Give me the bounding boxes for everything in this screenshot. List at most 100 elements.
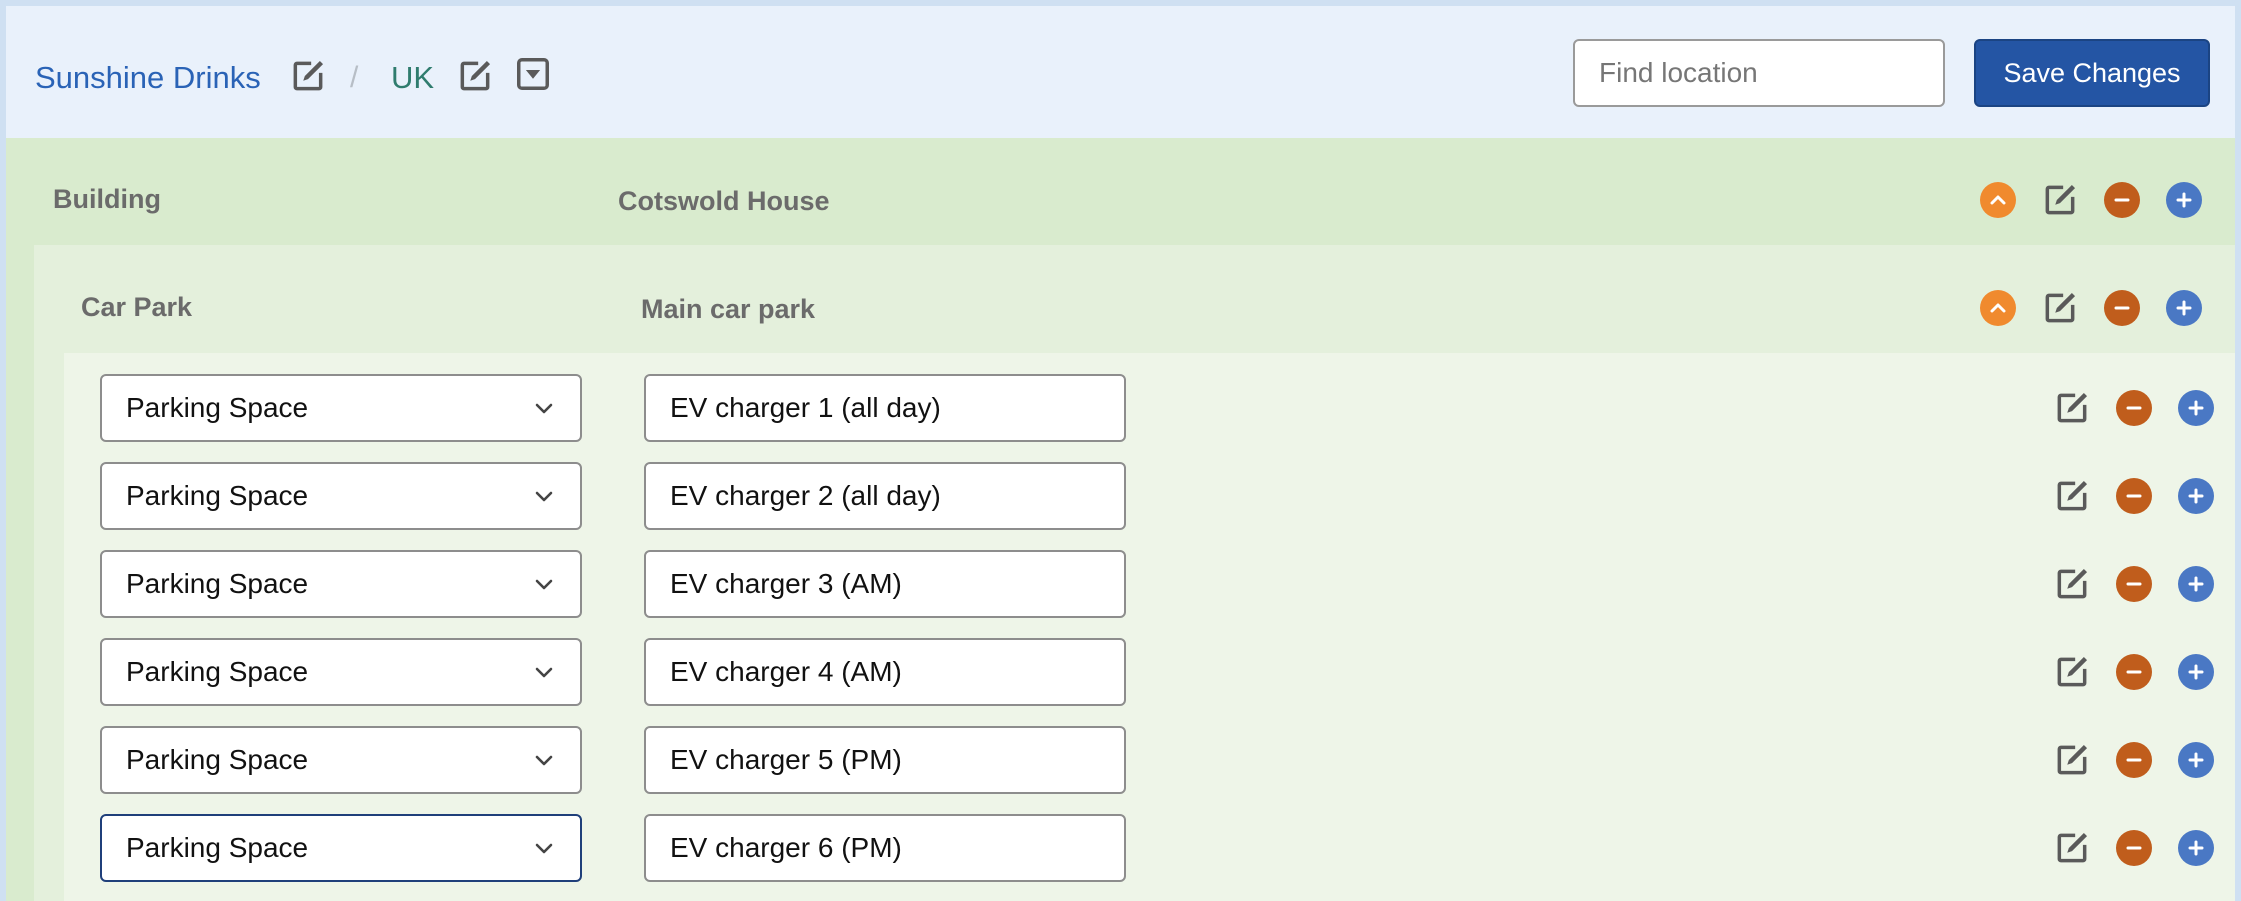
select-value: Parking Space: [126, 744, 309, 775]
space-name-input[interactable]: [644, 462, 1126, 530]
plus-circle-icon: [2178, 566, 2214, 602]
table-row: Parking Space: [64, 374, 2235, 442]
add-button[interactable]: [2174, 386, 2218, 430]
chevron-down-icon: [526, 830, 562, 866]
breadcrumb-org-link[interactable]: Sunshine Drinks: [35, 58, 261, 98]
space-name-input[interactable]: [644, 638, 1126, 706]
space-type-select[interactable]: Parking Space: [100, 550, 582, 618]
edit-button[interactable]: [2050, 826, 2094, 870]
select-value: Parking Space: [126, 480, 309, 511]
plus-circle-icon: [2166, 290, 2202, 326]
remove-button[interactable]: [2112, 474, 2156, 518]
minus-circle-icon: [2116, 830, 2152, 866]
building-actions: [1976, 178, 2206, 222]
edit-button[interactable]: [2050, 738, 2094, 782]
add-button[interactable]: [2174, 650, 2218, 694]
minus-circle-icon: [2116, 478, 2152, 514]
remove-button[interactable]: [2112, 562, 2156, 606]
table-row: Parking Space: [64, 814, 2235, 882]
add-button[interactable]: [2174, 738, 2218, 782]
row-actions: [2050, 826, 2218, 870]
edit-button[interactable]: [2050, 650, 2094, 694]
remove-button[interactable]: [2100, 178, 2144, 222]
remove-button[interactable]: [2112, 738, 2156, 782]
edit-button[interactable]: [2050, 474, 2094, 518]
edit-button[interactable]: [2038, 286, 2082, 330]
breadcrumb-region-link[interactable]: UK: [391, 58, 434, 98]
edit-icon: [2045, 184, 2076, 215]
remove-button[interactable]: [2112, 386, 2156, 430]
space-name-input[interactable]: [644, 726, 1126, 794]
edit-icon: [2057, 392, 2088, 423]
car-park-type-label: Car Park: [81, 292, 193, 322]
remove-button[interactable]: [2112, 650, 2156, 694]
plus-circle-icon: [2178, 390, 2214, 426]
row-actions: [2050, 474, 2218, 518]
chevron-up-circle-icon: [1980, 290, 2016, 326]
edit-icon: [2057, 568, 2088, 599]
header-bar: Sunshine Drinks / UK Save Changes: [6, 6, 2235, 138]
space-type-select[interactable]: Parking Space: [100, 374, 582, 442]
add-button[interactable]: [2162, 178, 2206, 222]
edit-icon: [2057, 744, 2088, 775]
edit-button[interactable]: [2050, 386, 2094, 430]
edit-button[interactable]: [2038, 178, 2082, 222]
save-button[interactable]: Save Changes: [1974, 39, 2210, 107]
parking-spaces-section: Parking Space Parking Space: [64, 353, 2235, 901]
select-value: Parking Space: [126, 832, 309, 863]
space-type-select[interactable]: Parking Space: [100, 462, 582, 530]
row-actions: [2050, 562, 2218, 606]
space-type-select[interactable]: Parking Space: [100, 814, 582, 882]
space-name-input[interactable]: [644, 374, 1126, 442]
minus-circle-icon: [2116, 654, 2152, 690]
collapse-button[interactable]: [1976, 286, 2020, 330]
remove-button[interactable]: [2112, 826, 2156, 870]
edit-icon: [2057, 656, 2088, 687]
select-value: Parking Space: [126, 392, 309, 423]
building-type-label: Building: [53, 184, 161, 214]
edit-icon[interactable]: [288, 56, 328, 96]
collapse-button[interactable]: [1976, 178, 2020, 222]
edit-icon: [2057, 832, 2088, 863]
row-actions: [2050, 650, 2218, 694]
select-value: Parking Space: [126, 656, 309, 687]
table-row: Parking Space: [64, 550, 2235, 618]
edit-button[interactable]: [2050, 562, 2094, 606]
add-button[interactable]: [2174, 826, 2218, 870]
space-name-input[interactable]: [644, 550, 1126, 618]
minus-circle-icon: [2104, 182, 2140, 218]
minus-circle-icon: [2116, 566, 2152, 602]
search-input[interactable]: [1573, 39, 1945, 107]
row-actions: [2050, 386, 2218, 430]
plus-circle-icon: [2178, 478, 2214, 514]
add-button[interactable]: [2174, 562, 2218, 606]
plus-circle-icon: [2166, 182, 2202, 218]
add-button[interactable]: [2162, 286, 2206, 330]
breadcrumb-separator: /: [350, 61, 359, 94]
edit-icon: [2057, 480, 2088, 511]
car-park-actions: [1976, 286, 2206, 330]
table-row: Parking Space: [64, 638, 2235, 706]
edit-icon[interactable]: [455, 56, 495, 96]
chevron-down-icon: [526, 390, 562, 426]
car-park-name: Main car park: [641, 294, 816, 324]
app-frame: Sunshine Drinks / UK Save Changes Buildi…: [6, 6, 2235, 901]
space-name-input[interactable]: [644, 814, 1126, 882]
minus-circle-icon: [2104, 290, 2140, 326]
remove-button[interactable]: [2100, 286, 2144, 330]
add-button[interactable]: [2174, 474, 2218, 518]
chevron-down-icon: [526, 742, 562, 778]
plus-circle-icon: [2178, 654, 2214, 690]
chevron-down-icon: [526, 566, 562, 602]
row-actions: [2050, 738, 2218, 782]
minus-circle-icon: [2116, 390, 2152, 426]
building-name: Cotswold House: [618, 186, 830, 216]
space-type-select[interactable]: Parking Space: [100, 726, 582, 794]
dropdown-square-icon[interactable]: [513, 54, 553, 94]
table-row: Parking Space: [64, 726, 2235, 794]
space-type-select[interactable]: Parking Space: [100, 638, 582, 706]
chevron-down-icon: [526, 654, 562, 690]
chevron-down-icon: [526, 478, 562, 514]
plus-circle-icon: [2178, 742, 2214, 778]
plus-circle-icon: [2178, 830, 2214, 866]
